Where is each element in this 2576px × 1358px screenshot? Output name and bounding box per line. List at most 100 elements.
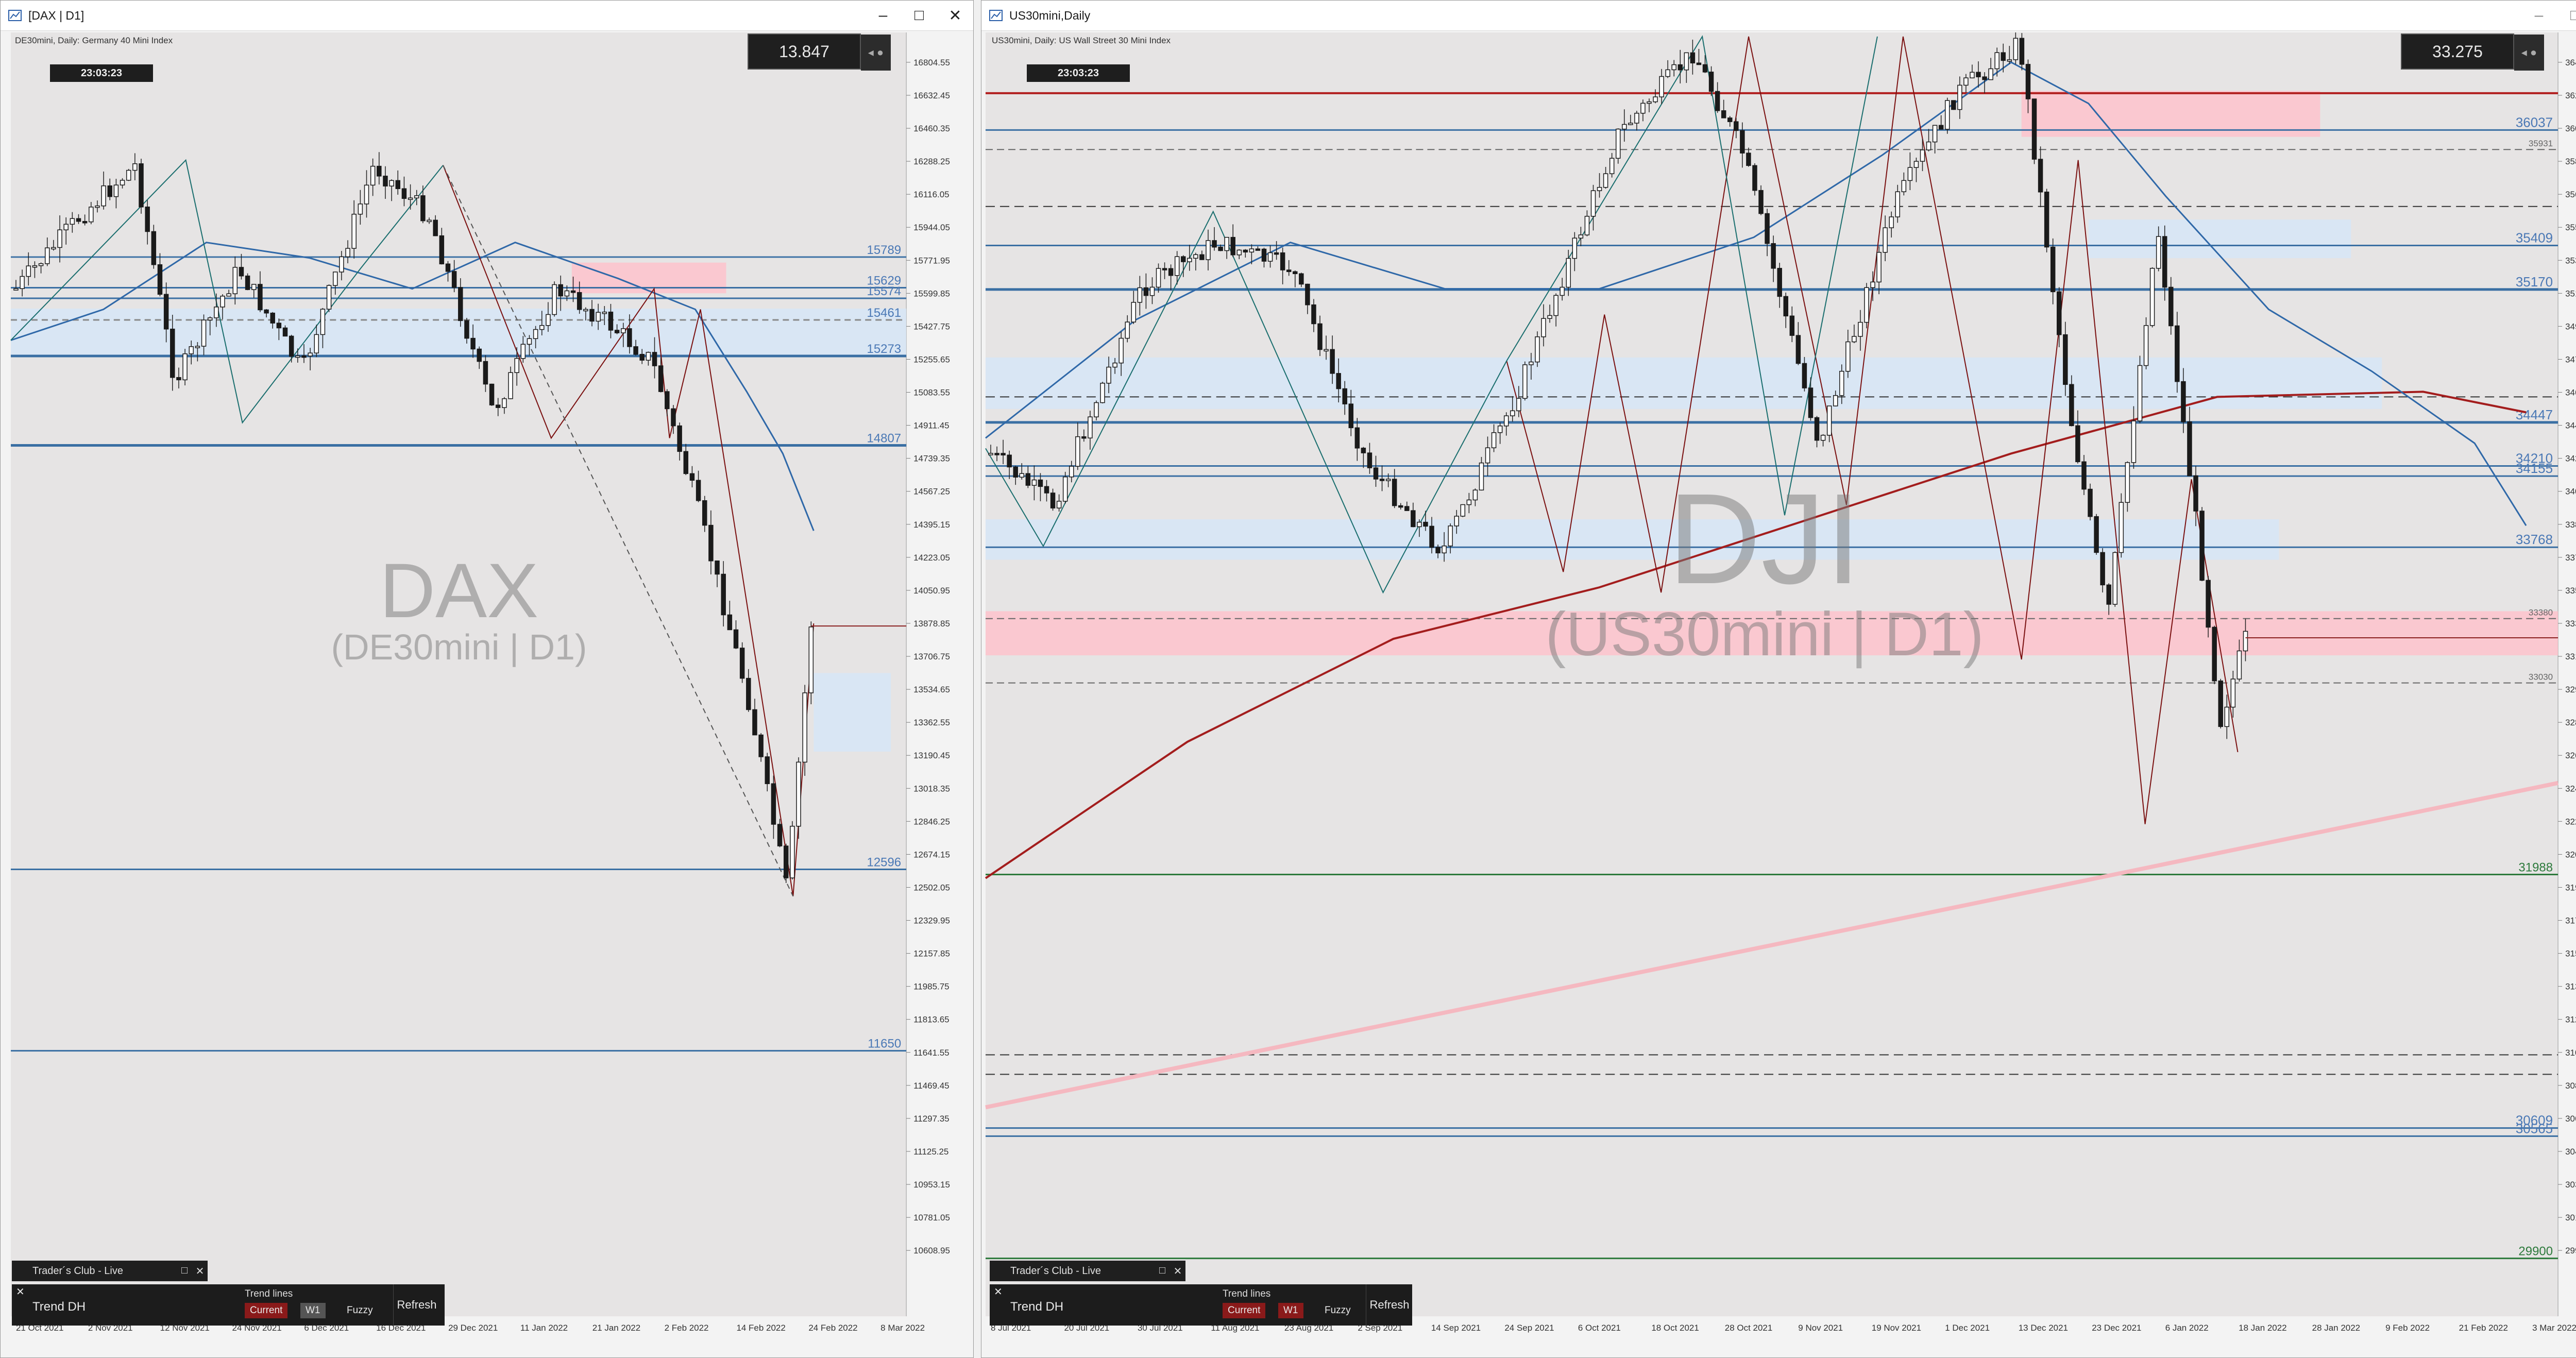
dji-candle bbox=[1361, 448, 1366, 453]
dax-candle bbox=[577, 292, 582, 310]
dji-level-label: 35409 bbox=[2516, 230, 2553, 246]
dji-price-label: 30302.50 bbox=[2565, 1180, 2576, 1190]
spinner-arrows-icon[interactable]: ◂ ● bbox=[2514, 35, 2544, 71]
dji-watermark-symbol: DJI bbox=[1668, 467, 1861, 610]
dji-candle bbox=[1889, 216, 1894, 228]
dji-candle bbox=[1858, 321, 1863, 337]
w1-button[interactable]: W1 bbox=[300, 1303, 326, 1318]
dax-candle bbox=[570, 290, 576, 293]
dax-candle bbox=[558, 284, 563, 297]
refresh-button[interactable]: Refresh bbox=[393, 1284, 440, 1326]
dax-candle bbox=[458, 287, 463, 321]
chart-window-icon bbox=[8, 10, 22, 21]
dax-price-label: 14567.25 bbox=[913, 487, 950, 497]
dax-candle bbox=[477, 348, 482, 362]
dji-chart-canvas[interactable]: 36405.50 36226.00 36046.50 35867.00 35687.50… bbox=[981, 1, 2576, 1357]
dji-candle bbox=[1609, 158, 1615, 174]
dji-candle bbox=[1143, 287, 1149, 296]
dji-zone bbox=[2088, 219, 2351, 259]
dji-date-label: 18 Oct 2021 bbox=[1651, 1323, 1699, 1333]
fuzzy-button[interactable]: Fuzzy bbox=[1319, 1303, 1356, 1318]
window-icon[interactable]: □ bbox=[177, 1265, 192, 1278]
current-button[interactable]: Current bbox=[1223, 1303, 1266, 1318]
dji-candle bbox=[1212, 240, 1217, 248]
dji-candle bbox=[2100, 552, 2105, 586]
dax-candle bbox=[583, 309, 588, 312]
close-icon[interactable]: ✕ bbox=[994, 1285, 1003, 1298]
spinner-arrows-icon[interactable]: ◂ ● bbox=[861, 35, 891, 71]
dax-candle bbox=[727, 614, 733, 631]
dax-candle bbox=[377, 165, 382, 177]
dji-titlebar[interactable]: US30mini,Daily – □ ✕ bbox=[981, 1, 2576, 31]
minimize-icon[interactable]: – bbox=[2521, 1, 2557, 30]
dji-price-label: 36405.50 bbox=[2565, 58, 2576, 67]
minimize-icon[interactable]: – bbox=[865, 1, 901, 30]
dax-candle bbox=[721, 573, 726, 616]
dji-candle bbox=[1044, 486, 1049, 494]
maximize-icon[interactable]: □ bbox=[901, 1, 937, 30]
dax-price-label: 11813.65 bbox=[913, 1015, 950, 1025]
dji-candle bbox=[1454, 516, 1459, 527]
dax-candle bbox=[44, 247, 50, 264]
dax-candle bbox=[445, 263, 451, 272]
dji-candle bbox=[1261, 248, 1267, 262]
dji-price-label: 35328.50 bbox=[2565, 256, 2576, 265]
dji-candle bbox=[1094, 402, 1099, 418]
window-icon[interactable]: □ bbox=[1155, 1265, 1170, 1278]
dax-price-label: 16288.25 bbox=[913, 157, 950, 166]
dji-price-label: 32456.50 bbox=[2565, 784, 2576, 793]
dji-candle bbox=[1659, 76, 1664, 97]
dax-price-label: 14050.95 bbox=[913, 586, 950, 596]
dji-watermark-subtitle: (US30mini | D1) bbox=[1545, 600, 1984, 669]
dji-candle bbox=[1590, 190, 1596, 217]
dji-candle bbox=[1982, 76, 1987, 80]
dji-candle bbox=[1963, 77, 1969, 86]
dji-price-label: 33892.50 bbox=[2565, 520, 2576, 530]
fuzzy-button[interactable]: Fuzzy bbox=[342, 1303, 378, 1318]
dji-candle bbox=[1218, 246, 1223, 251]
dax-price-label: 16632.45 bbox=[913, 91, 950, 100]
dax-titlebar[interactable]: [DAX | D1] – □ ✕ bbox=[1, 1, 973, 31]
dji-candle bbox=[1193, 254, 1198, 259]
dji-candle bbox=[1988, 68, 1993, 80]
dax-price-label: 15427.75 bbox=[913, 321, 950, 331]
dax-candle bbox=[163, 294, 169, 330]
dax-candle bbox=[683, 451, 689, 474]
dax-candle bbox=[765, 756, 770, 784]
dax-panel-tab[interactable]: Trader´s Club - Live □ ✕ bbox=[12, 1261, 208, 1281]
close-icon[interactable]: ✕ bbox=[16, 1285, 25, 1298]
close-icon[interactable]: ✕ bbox=[1170, 1265, 1185, 1278]
dax-chart-canvas[interactable]: 16804.55 16632.45 16460.35 16288.25 16116.05… bbox=[1, 1, 973, 1357]
dji-candle bbox=[1765, 213, 1770, 244]
maximize-icon[interactable]: □ bbox=[2557, 1, 2576, 30]
close-icon[interactable]: ✕ bbox=[192, 1265, 208, 1278]
dax-candle bbox=[715, 561, 720, 575]
close-icon[interactable]: ✕ bbox=[937, 1, 973, 30]
dax-chart-window: 16804.55 16632.45 16460.35 16288.25 16116.05… bbox=[0, 0, 974, 1358]
dji-candle bbox=[1236, 249, 1242, 256]
dji-candle bbox=[1708, 72, 1714, 92]
dax-candle bbox=[633, 346, 638, 355]
dax-candle bbox=[70, 218, 75, 225]
dax-candle bbox=[739, 648, 745, 679]
dax-candle bbox=[76, 218, 81, 222]
dax-candle bbox=[790, 825, 795, 878]
refresh-button[interactable]: Refresh bbox=[1366, 1284, 1413, 1326]
dji-candle bbox=[1870, 281, 1875, 288]
dax-candle bbox=[395, 180, 401, 189]
dax-candle bbox=[658, 365, 664, 392]
dji-candle bbox=[1199, 254, 1205, 260]
dax-price-label: 15255.65 bbox=[913, 354, 950, 364]
dji-price-label: 34431.00 bbox=[2565, 421, 2576, 431]
dji-candle bbox=[2088, 488, 2093, 517]
dji-candle bbox=[1920, 149, 1925, 162]
dji-candle bbox=[1721, 110, 1726, 118]
w1-button[interactable]: W1 bbox=[1278, 1303, 1303, 1318]
current-button[interactable]: Current bbox=[245, 1303, 288, 1318]
dji-candle bbox=[1466, 499, 1472, 505]
dji-candle bbox=[1342, 388, 1347, 404]
dax-candle bbox=[408, 197, 413, 200]
dji-candle bbox=[1746, 152, 1751, 166]
dji-panel-tab[interactable]: Trader´s Club - Live □ ✕ bbox=[990, 1261, 1185, 1281]
dax-candle bbox=[552, 284, 557, 315]
